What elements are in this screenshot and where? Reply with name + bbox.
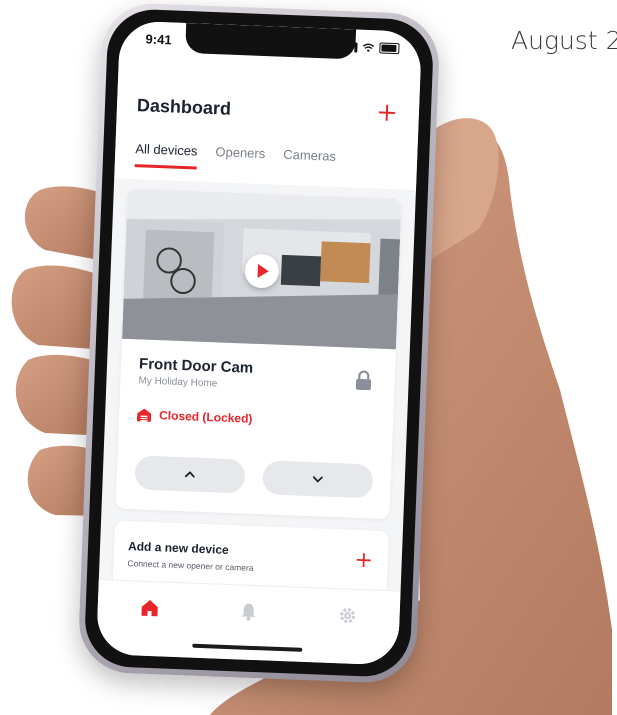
device-name: Front Door Cam (138, 355, 254, 377)
gear-icon[interactable] (337, 605, 358, 626)
device-status: Closed (Locked) (136, 407, 253, 426)
tab-cameras[interactable]: Cameras (283, 147, 336, 175)
close-button[interactable] (262, 460, 374, 499)
garage-icon (136, 408, 152, 422)
chevron-up-icon (184, 471, 195, 478)
status-time: 9:41 (145, 31, 172, 48)
date-caption: August 2 (511, 26, 617, 55)
status-text: Closed (Locked) (158, 408, 253, 426)
bottom-nav (95, 579, 401, 666)
phone-bezel: 9:41 Dashboard All devices Openers Camer… (83, 7, 435, 679)
camera-preview[interactable] (122, 188, 402, 350)
home-icon[interactable] (139, 598, 160, 619)
wifi-icon (362, 43, 375, 52)
add-device-button[interactable] (374, 100, 399, 125)
add-device-subtitle: Connect a new opener or camera (127, 558, 254, 573)
device-tabs: All devices Openers Cameras (134, 141, 336, 175)
device-card: Front Door Cam My Holiday Home Closed (L… (115, 188, 402, 520)
plus-icon[interactable] (355, 552, 372, 569)
open-button[interactable] (134, 455, 246, 494)
tab-openers[interactable]: Openers (215, 144, 265, 172)
chevron-down-icon (312, 476, 323, 483)
dashboard-header: Dashboard All devices Openers Cameras (114, 58, 421, 190)
device-location: My Holiday Home (138, 375, 218, 390)
lock-icon[interactable] (354, 370, 373, 391)
phone-frame: 9:41 Dashboard All devices Openers Camer… (77, 1, 441, 685)
page-title: Dashboard (136, 95, 232, 119)
phone-screen: 9:41 Dashboard All devices Openers Camer… (95, 20, 423, 666)
plus-icon (378, 104, 395, 121)
home-indicator[interactable] (192, 643, 303, 652)
add-device-title: Add a new device (127, 539, 230, 557)
tab-all-devices[interactable]: All devices (134, 141, 198, 170)
bell-icon[interactable] (238, 601, 259, 622)
battery-icon (379, 42, 400, 55)
